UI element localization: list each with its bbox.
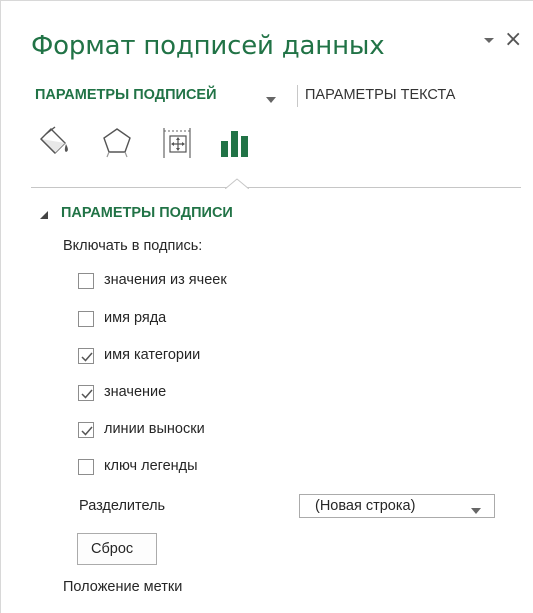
section-divider	[31, 187, 521, 188]
chevron-down-icon[interactable]	[470, 502, 482, 514]
effects-pentagon-icon[interactable]	[99, 125, 135, 161]
reset-button-label: Сброс	[91, 541, 134, 557]
checkmark-icon	[81, 426, 93, 436]
checkmark-icon	[81, 389, 93, 399]
pane-title: Формат подписей данных	[31, 31, 385, 61]
tabs-separator	[297, 85, 298, 107]
pane-options-dropdown-icon[interactable]	[481, 33, 497, 49]
separator-select-value: (Новая строка)	[315, 498, 416, 514]
checkbox-label: имя ряда	[104, 310, 167, 326]
section-title: ПАРАМЕТРЫ ПОДПИСИ	[61, 205, 233, 221]
separator-label: Разделитель	[79, 498, 166, 514]
tab-text-options[interactable]: ПАРАМЕТРЫ ТЕКСТА	[305, 87, 455, 103]
checkbox-box[interactable]	[78, 273, 94, 289]
format-data-labels-pane: Формат подписей данных × ПАРАМЕТРЫ ПОДПИ…	[0, 0, 533, 613]
checkbox-label: значения из ячеек	[104, 272, 227, 288]
checkmark-icon	[81, 352, 93, 362]
checkbox-box[interactable]	[78, 311, 94, 327]
close-icon[interactable]: ×	[504, 29, 522, 51]
checkbox-label: значение	[104, 384, 167, 400]
checkbox-box[interactable]	[78, 348, 94, 364]
checkbox-box[interactable]	[78, 459, 94, 475]
tab-label-options[interactable]: ПАРАМЕТРЫ ПОДПИСЕЙ	[35, 87, 217, 103]
checkbox-label: линии выноски	[104, 421, 205, 437]
checkbox-box[interactable]	[78, 422, 94, 438]
collapse-triangle-icon[interactable]	[39, 207, 49, 219]
label-position-label: Положение метки	[63, 579, 183, 595]
checkbox-label: ключ легенды	[104, 458, 198, 474]
checkbox-label: имя категории	[104, 347, 201, 363]
include-label: Включать в подпись:	[63, 238, 203, 254]
reset-button[interactable]: Сброс	[77, 533, 157, 565]
separator-select[interactable]: (Новая строка)	[299, 494, 495, 518]
size-properties-icon[interactable]	[159, 125, 195, 161]
fill-line-icon[interactable]	[35, 125, 71, 161]
selected-tab-indicator	[224, 177, 250, 190]
label-options-bar-chart-icon[interactable]	[217, 125, 253, 161]
checkbox-box[interactable]	[78, 385, 94, 401]
tab-label-options-dropdown-icon[interactable]	[265, 92, 277, 103]
